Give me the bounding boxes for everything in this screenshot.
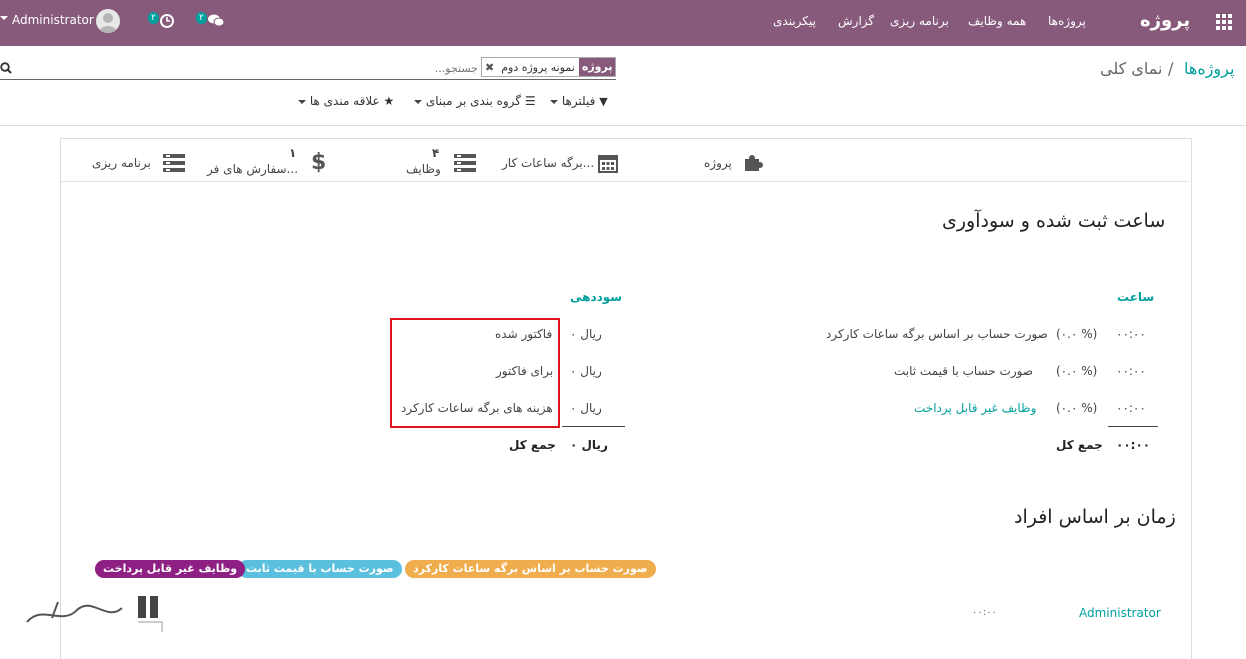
- hours-column-header: ساعت: [1117, 290, 1155, 304]
- filter-icon: ▼: [599, 95, 608, 108]
- employee-name-link[interactable]: Administrator: [1079, 606, 1161, 620]
- messages-count-badge: ۲: [196, 12, 207, 24]
- stat-button-timesheets[interactable]: برگه ساعات کار...: [500, 150, 625, 176]
- facet-remove-icon[interactable]: ✖: [482, 61, 497, 74]
- favorites-dropdown[interactable]: علاقه مندی ها ★: [298, 94, 394, 108]
- top-navbar: پروژه پروژه‌ها همه وظایف برنامه ریزی گزا…: [0, 0, 1246, 46]
- caret-down-icon: [0, 16, 8, 20]
- hours-total-value: ۰۰:۰۰: [1116, 438, 1151, 452]
- profit-total-divider: [562, 426, 625, 427]
- legend-non-billable-tasks: وظایف غیر قابل پرداخت: [95, 560, 246, 578]
- hours-row-percent: (۰.۰ %): [1056, 401, 1098, 415]
- app-brand[interactable]: پروژه: [1140, 10, 1190, 31]
- search-facet[interactable]: پروژه نمونه پروژه دوم ✖: [481, 57, 617, 77]
- stat-sale-orders-label: سفارش های فر...: [207, 162, 299, 176]
- facet-label: پروژه: [578, 58, 616, 76]
- caret-down-icon: [550, 99, 558, 104]
- profit-total-label: جمع کل: [509, 438, 556, 452]
- stat-button-project[interactable]: پروژه: [700, 150, 770, 176]
- filters-dropdown[interactable]: فیلترها ▼: [550, 94, 608, 108]
- stat-tasks-label: وظایف: [406, 162, 441, 176]
- activity-count-badge: ۲: [148, 12, 159, 24]
- hours-profitability-title: ساعت ثبت شده و سودآوری: [942, 210, 1166, 232]
- caret-down-icon: [414, 99, 422, 104]
- time-by-people-title: زمان بر اساس افراد: [1014, 506, 1176, 528]
- stat-tasks-count: ۴: [432, 146, 440, 160]
- hours-total-divider: [1108, 426, 1158, 427]
- hours-row-percent: (۰.۰ %): [1056, 364, 1098, 378]
- breadcrumb-projects[interactable]: پروژه‌ها: [1184, 59, 1234, 78]
- control-panel-divider: [0, 125, 1246, 126]
- stat-button-sale-orders[interactable]: ۱ سفارش های فر... $: [205, 146, 335, 180]
- group-by-dropdown[interactable]: گروه بندی بر مبنای ☰: [414, 94, 536, 108]
- profit-total-value: ۰ ریال: [570, 438, 608, 452]
- hours-total-label: جمع کل: [1056, 438, 1103, 452]
- tasks-icon: [454, 154, 476, 172]
- hours-row-label: صورت حساب با قیمت ثابت: [894, 364, 1034, 378]
- employee-hours-value: ۰۰:۰۰: [972, 607, 997, 618]
- profit-row-value: ۰ ریال: [570, 364, 602, 378]
- hours-row-label: صورت حساب بر اساس برگه ساعات کارکرد: [826, 327, 1048, 341]
- search-icon[interactable]: [0, 62, 12, 74]
- legend-fixed-price-billing: صورت حساب با قیمت ثابت: [238, 560, 402, 578]
- profit-row-value: ۰ ریال: [570, 327, 602, 341]
- activity-menu[interactable]: ۲: [148, 12, 178, 32]
- user-name: Administrator: [12, 13, 94, 27]
- profit-row-value: ۰ ریال: [570, 401, 602, 415]
- stat-button-planning[interactable]: برنامه ریزی: [90, 150, 190, 176]
- facet-value: نمونه پروژه دوم: [501, 60, 575, 74]
- apps-grid-icon[interactable]: [1216, 14, 1232, 30]
- menu-projects[interactable]: پروژه‌ها: [1048, 14, 1086, 28]
- filters-label: فیلترها: [561, 94, 596, 108]
- user-menu[interactable]: Administrator: [0, 8, 124, 36]
- messages-menu[interactable]: ۲: [196, 12, 226, 32]
- hours-row-value: ۰۰:۰۰: [1116, 327, 1146, 341]
- search-underline: [0, 79, 616, 80]
- search-input[interactable]: [20, 58, 480, 78]
- avatar: [96, 9, 120, 33]
- stat-button-tasks[interactable]: ۴ وظایف: [400, 146, 480, 180]
- hours-row-percent: (۰.۰ %): [1056, 327, 1098, 341]
- list-icon: ☰: [524, 94, 536, 108]
- hours-row-value: ۰۰:۰۰: [1116, 364, 1146, 378]
- legend-timesheet-billing: صورت حساب بر اساس برگه ساعات کارکرد: [405, 560, 656, 578]
- stat-timesheets-label: برگه ساعات کار...: [502, 156, 595, 170]
- stat-project-label: پروژه: [704, 156, 732, 170]
- puzzle-icon: [745, 155, 763, 171]
- stat-buttons-divider: [61, 181, 1189, 182]
- clock-icon: [160, 14, 174, 28]
- menu-configuration[interactable]: پیکربندی: [773, 14, 816, 28]
- stat-planning-label: برنامه ریزی: [92, 156, 151, 170]
- calendar-icon: [598, 155, 618, 173]
- tasks-icon: [163, 154, 185, 172]
- group-by-label: گروه بندی بر مبنای: [425, 94, 522, 108]
- menu-all-tasks[interactable]: همه وظایف: [968, 14, 1026, 28]
- menu-planning[interactable]: برنامه ریزی: [890, 14, 949, 28]
- highlight-box: [390, 318, 560, 428]
- star-icon: ★: [383, 94, 395, 108]
- chat-icon: [208, 14, 224, 27]
- watermark-logo: [22, 592, 167, 632]
- hours-row-value: ۰۰:۰۰: [1116, 401, 1146, 415]
- menu-reporting[interactable]: گزارش: [838, 14, 874, 28]
- dollar-icon: $: [311, 150, 327, 175]
- breadcrumb-current: نمای کلی: [1100, 59, 1163, 78]
- profitability-column-header: سوددهی: [570, 290, 623, 304]
- favorites-label: علاقه مندی ها: [309, 94, 380, 108]
- stat-sale-orders-count: ۱: [289, 146, 297, 160]
- caret-down-icon: [298, 99, 306, 104]
- breadcrumb-separator: /: [1168, 59, 1174, 78]
- non-billable-tasks-link[interactable]: وظایف غیر قابل پرداخت: [914, 401, 1036, 415]
